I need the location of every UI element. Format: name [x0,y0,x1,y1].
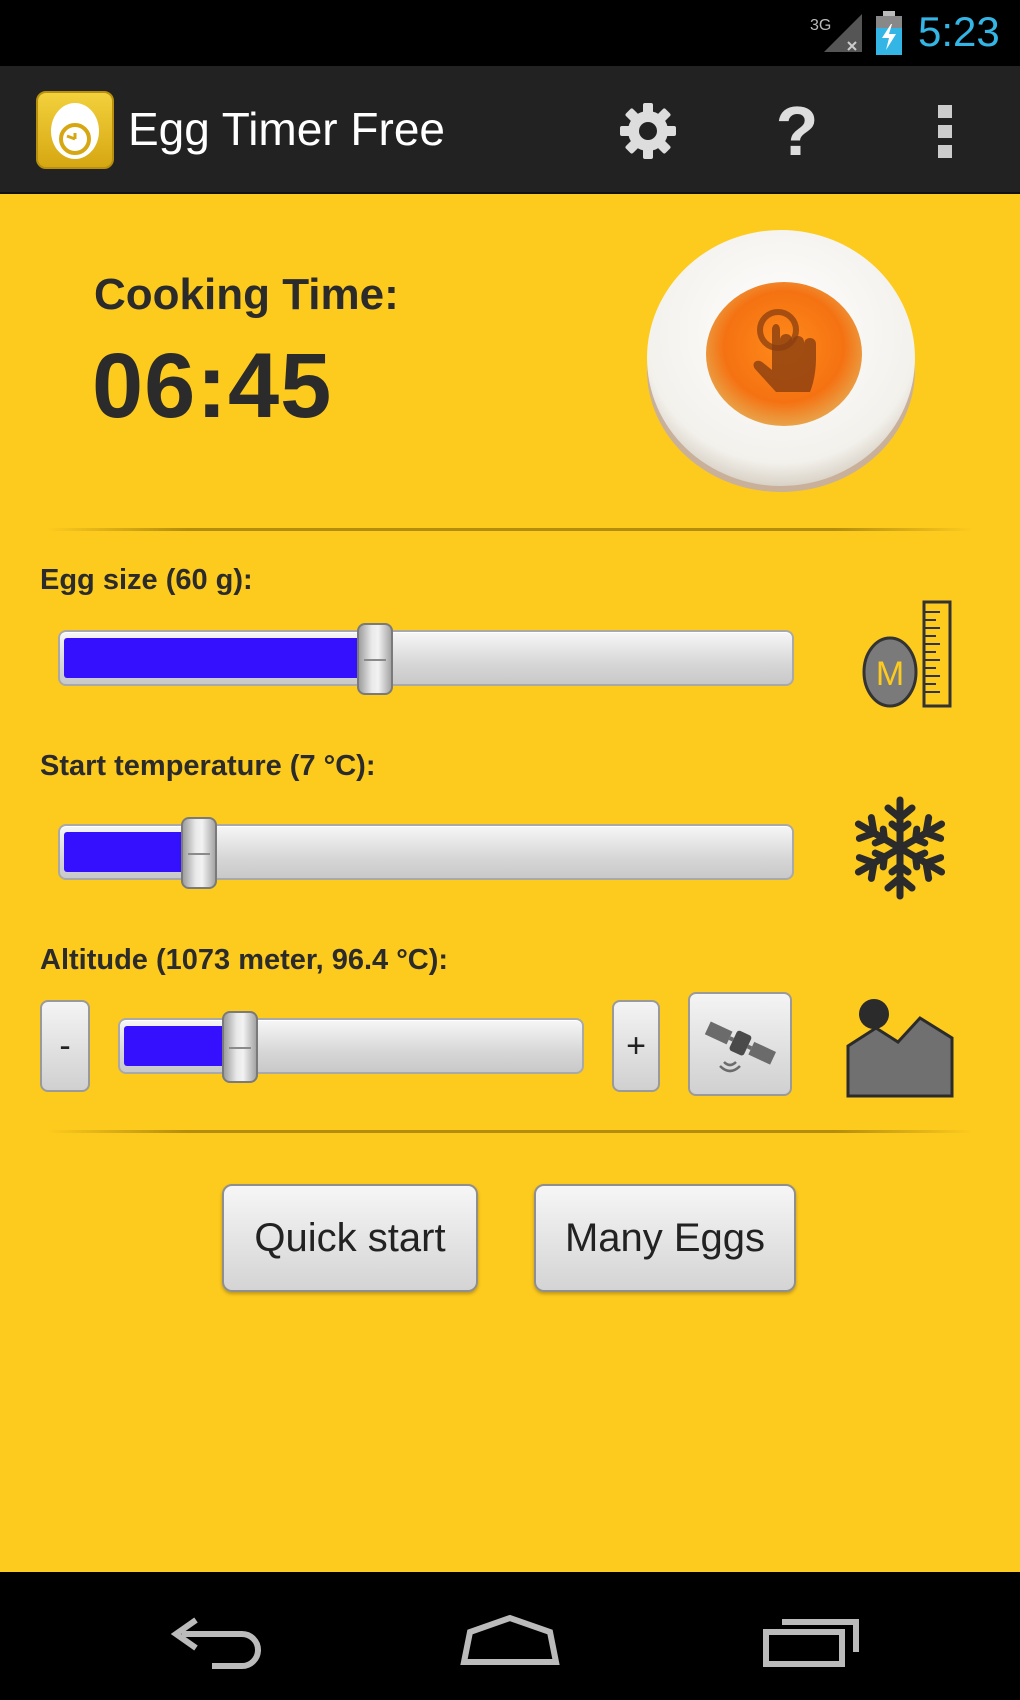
settings-button[interactable] [613,96,683,166]
overflow-menu-icon [938,105,952,158]
recent-apps-icon [763,1619,859,1667]
navigation-bar [0,1572,1020,1700]
slider-fill [64,638,375,678]
home-icon [460,1614,560,1665]
recent-apps-button[interactable] [756,1602,876,1672]
back-icon [170,1617,261,1669]
altitude-slider[interactable] [118,1011,584,1083]
signal-3g-icon: 3G [810,14,862,52]
home-button[interactable] [450,1602,570,1672]
app-logo-icon [36,91,114,169]
help-icon: ? [775,92,819,170]
battery-charging-icon [876,11,902,55]
cooking-time-value: 06:45 [92,335,333,437]
main-content: Cooking Time: 06:45 Egg size (60 g): M S… [0,194,1020,1572]
divider [48,528,972,531]
help-button[interactable]: ? [762,92,832,170]
back-button[interactable] [152,1602,272,1672]
snowflake-icon [854,796,946,900]
slider-thumb[interactable] [222,1011,258,1083]
minus-label: - [59,1026,71,1065]
svg-text:M: M [876,655,904,693]
altitude-increase-button[interactable]: + [612,1000,660,1092]
egg-size-slider[interactable] [58,623,794,695]
gps-altitude-button[interactable] [688,992,792,1096]
quick-start-button[interactable]: Quick start [222,1184,478,1292]
egg-size-icon: M [862,600,952,708]
cooking-time-label: Cooking Time: [94,270,399,319]
slider-fill [64,832,199,872]
action-bar: Egg Timer Free ? [0,66,1020,194]
divider [48,1130,972,1133]
egg-size-label: Egg size (60 g): [40,564,253,596]
start-temperature-slider[interactable] [58,817,794,889]
app-title: Egg Timer Free [128,103,445,155]
satellite-icon [704,1021,777,1073]
altitude-label: Altitude (1073 meter, 96.4 °C): [40,944,449,976]
plus-label: + [626,1026,646,1065]
settings-icon [620,103,676,159]
mountain-icon [846,999,954,1098]
many-eggs-button[interactable]: Many Eggs [534,1184,796,1292]
status-clock: 5:23 [918,8,1000,55]
start-timer-egg-button[interactable] [642,220,920,498]
slider-thumb[interactable] [357,623,393,695]
svg-text:3G: 3G [810,17,831,34]
overflow-menu-button[interactable] [910,96,980,166]
altitude-decrease-button[interactable]: - [40,1000,90,1092]
status-bar: 3G 5:23 [0,0,1020,66]
start-temperature-label: Start temperature (7 °C): [40,750,376,782]
slider-thumb[interactable] [181,817,217,889]
